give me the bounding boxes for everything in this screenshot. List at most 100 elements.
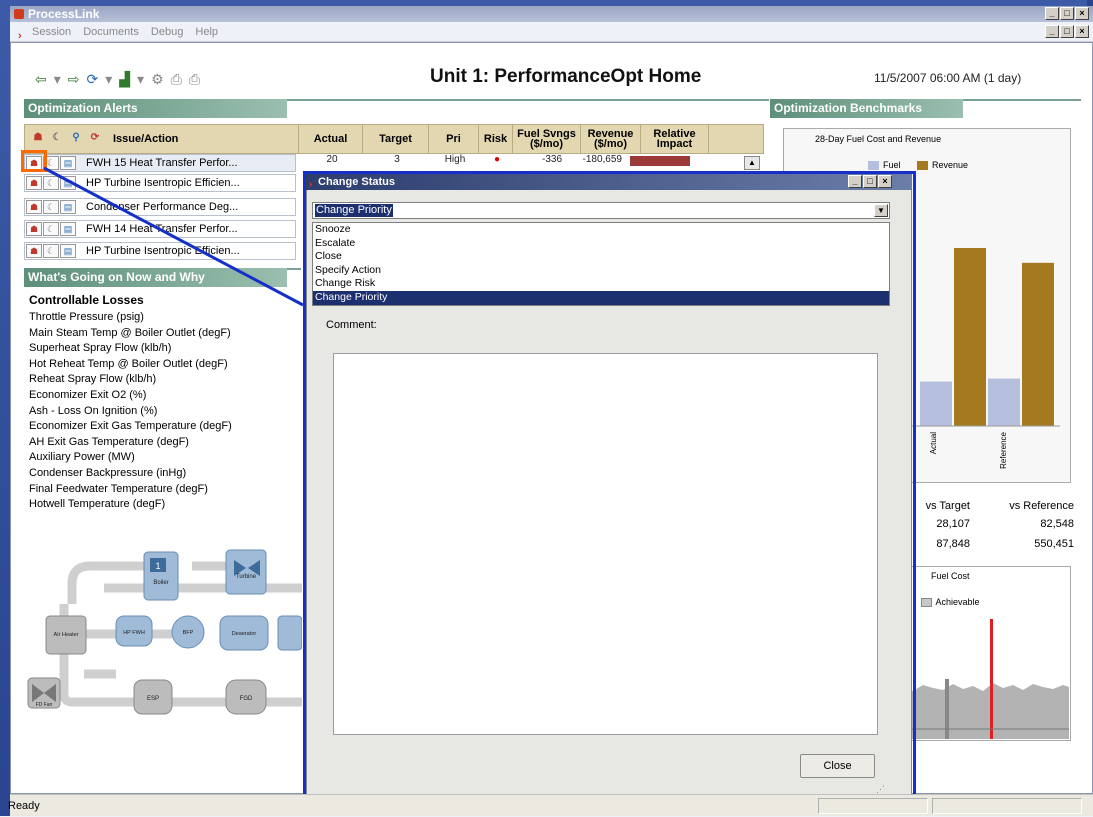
loss-item[interactable]: AH Exit Gas Temperature (degF) [29,435,232,451]
fgd-icon[interactable]: FGD [225,679,267,715]
alert-details-icon[interactable]: ▤ [60,200,76,214]
deaerator-icon[interactable]: Deaerator [219,615,269,651]
chevron-down-icon[interactable]: ▼ [874,204,888,217]
mdi-restore-button[interactable]: □ [1060,25,1074,38]
alert-binoculars-icon[interactable]: ☗ [26,222,42,236]
mdi-close-button[interactable]: × [1075,25,1089,38]
alert-binoculars-icon[interactable]: ☗ [26,200,42,214]
menu-help[interactable]: Help [195,26,218,38]
boiler-icon[interactable]: 1 Boiler [143,551,179,601]
svg-text:AIr Heater: AIr Heater [53,632,78,638]
alert-binoculars-icon[interactable]: ☗ [29,131,47,147]
comment-label: Comment: [326,319,377,331]
loss-item[interactable]: Economizer Exit O2 (%) [29,388,232,404]
loss-item[interactable]: Auxiliary Power (MW) [29,450,232,466]
loss-item[interactable]: Throttle Pressure (psig) [29,310,232,326]
print-preview-icon[interactable]: ⎙ [171,71,182,88]
col-relative-impact[interactable]: Relative Impact [641,125,709,153]
mdi-minimize-button[interactable]: _ [1045,25,1059,38]
table-row[interactable]: ☗ ☾ ▤ HP Turbine Isentropic Efficien... [24,242,296,260]
hp-fwh-icon[interactable]: HP FWH [115,615,153,647]
loss-item[interactable]: Economizer Exit Gas Temperature (degF) [29,419,232,435]
alert-binoculars-icon[interactable]: ☗ [26,244,42,258]
loss-item[interactable]: Hotwell Temperature (degF) [29,497,232,513]
print-icon[interactable]: ⎙ [189,71,200,88]
alert-snooze-icon[interactable]: ☾ [43,176,59,190]
table-row[interactable]: ☗ ☾ ▤ Condenser Performance Deg... [24,198,296,216]
col-revenue[interactable]: Revenue ($/mo) [581,125,641,153]
loss-item[interactable]: Ash - Loss On Ignition (%) [29,404,232,420]
air-heater-icon[interactable]: AIr Heater [45,615,87,655]
alert-issue: FWH 15 Heat Transfer Perfor... [86,157,238,169]
alert-refresh-icon[interactable]: ⟳ [86,131,104,147]
option-change-risk[interactable]: Change Risk [313,277,889,291]
dialog-minimize-button[interactable]: _ [848,175,862,188]
forward-icon[interactable]: ⇨ [68,71,80,88]
alert-details-icon[interactable]: ▤ [60,156,76,170]
status-select[interactable]: Change Priority ▼ [312,202,890,219]
alert-details-icon[interactable]: ▤ [60,244,76,258]
option-close[interactable]: Close [313,250,889,264]
col-issue-action[interactable]: Issue/Action [113,125,299,153]
loss-item[interactable]: Hot Reheat Temp @ Boiler Outlet (degF) [29,357,232,373]
fuel-cost-chart-panel: Fuel Cost al Achievable [890,566,1071,741]
option-specify-action[interactable]: Specify Action [313,264,889,278]
svg-text:HP FWH: HP FWH [123,630,145,636]
minimize-button[interactable]: _ [1045,7,1059,20]
esp-icon[interactable]: ESP [133,679,173,715]
chart-icon[interactable]: ▟ [119,71,130,88]
option-escalate[interactable]: Escalate [313,237,889,251]
alert-snooze-icon[interactable]: ☾ [48,131,66,147]
loss-item[interactable]: Superheat Spray Flow (klb/h) [29,341,232,357]
col-actual[interactable]: Actual [299,125,363,153]
table-row[interactable]: ☗ ☾ ▤ HP Turbine Isentropic Efficien... [24,174,296,192]
back-dropdown-icon[interactable]: ▾ [54,71,61,88]
option-snooze[interactable]: Snooze [313,223,889,237]
col-fuel-savings[interactable]: Fuel Svngs ($/mo) [513,125,581,153]
toolbar: ⇦ ▾ ⇨ ⟳ ▾ ▟ ▾ ⚙ ⎙ ⎙ [35,70,200,88]
refresh-dropdown-icon[interactable]: ▾ [105,71,112,88]
loss-item[interactable]: Condenser Backpressure (inHg) [29,466,232,482]
maximize-button[interactable]: □ [1060,7,1074,20]
turbine-icon[interactable]: Turbine [225,549,267,595]
bfp-icon[interactable]: BFP [171,615,205,649]
app-titlebar: ProcessLink _ □ × [10,6,1093,22]
status-options-list[interactable]: Snooze Escalate Close Specify Action Cha… [312,222,890,306]
col-target[interactable]: Target [363,125,429,153]
alert-search-icon[interactable]: ⚲ [67,131,85,147]
chart-dropdown-icon[interactable]: ▾ [137,71,144,88]
loss-item[interactable]: Reheat Spray Flow (klb/h) [29,372,232,388]
svg-text:ESP: ESP [147,696,159,702]
loss-item[interactable]: Main Steam Temp @ Boiler Outlet (degF) [29,326,232,342]
process-diagram: 1 Boiler Turbine AIr Heater HP FWH BFP D… [24,544,302,744]
alert-snooze-icon[interactable]: ☾ [43,222,59,236]
col-risk[interactable]: Risk [479,125,513,153]
alert-binoculars-icon[interactable]: ☗ [26,176,42,190]
back-icon[interactable]: ⇦ [35,71,47,88]
close-button[interactable]: × [1075,7,1089,20]
comment-textarea[interactable] [333,353,878,735]
relative-impact-bar [630,156,690,166]
option-change-priority[interactable]: Change Priority [313,290,889,305]
alert-snooze-icon[interactable]: ☾ [43,244,59,258]
settings-icon[interactable]: ⚙ [151,71,164,88]
table-row[interactable]: ☗ ☾ ▤ FWH 14 Heat Transfer Perfor... [24,220,296,238]
section-optimization-alerts: Optimization Alerts [24,99,287,118]
menu-documents[interactable]: Documents [83,26,139,38]
alert-snooze-icon[interactable]: ☾ [43,200,59,214]
menu-session[interactable]: Session [32,26,71,38]
refresh-icon[interactable]: ⟳ [87,71,99,88]
alert-details-icon[interactable]: ▤ [60,222,76,236]
menu-debug[interactable]: Debug [151,26,183,38]
table-row[interactable]: ☗ ☾ ▤ FWH 15 Heat Transfer Perfor... [24,154,296,172]
col-pri[interactable]: Pri [429,125,479,153]
loss-item[interactable]: Final Feedwater Temperature (degF) [29,482,232,498]
lp-fwh-icon[interactable] [277,615,302,651]
dialog-maximize-button[interactable]: □ [863,175,877,188]
scroll-up-button[interactable]: ▲ [744,156,760,170]
close-button[interactable]: Close [800,754,875,778]
alert-issue: FWH 14 Heat Transfer Perfor... [86,223,238,235]
fd-fan-icon[interactable]: FD Fan [27,677,61,709]
dialog-close-x-button[interactable]: × [878,175,892,188]
alert-details-icon[interactable]: ▤ [60,176,76,190]
